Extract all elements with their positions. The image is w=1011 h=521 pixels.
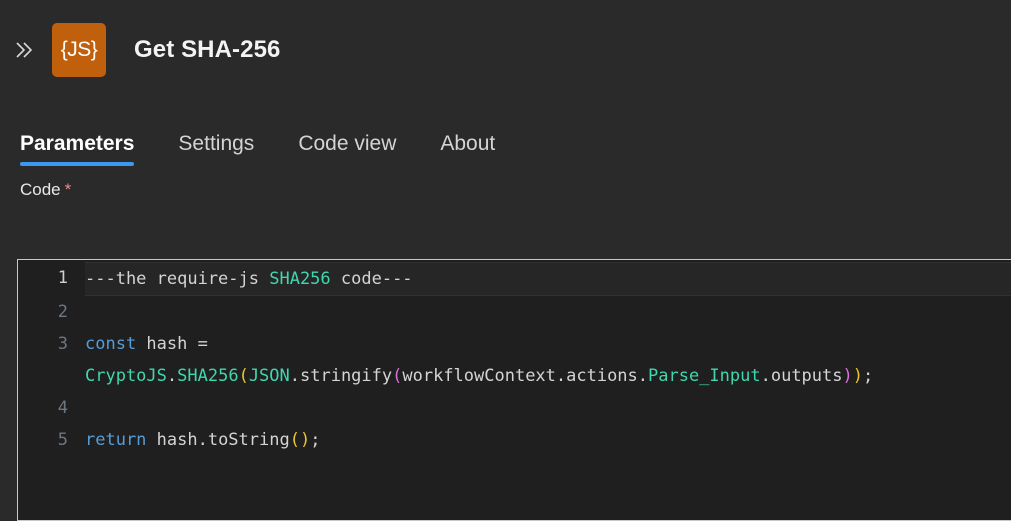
line-number: 3 bbox=[57, 334, 68, 354]
code-line[interactable]: 5 return hash.toString(); bbox=[18, 424, 1011, 456]
code-line-text[interactable]: return hash.toString(); bbox=[85, 424, 1011, 456]
line-number: 1 bbox=[57, 268, 68, 288]
code-token: Parse_Input bbox=[648, 366, 761, 386]
code-token: workflowContext.actions. bbox=[402, 366, 649, 386]
code-line-text[interactable]: const hash = CryptoJS.SHA256(JSON.string… bbox=[85, 328, 1011, 392]
tab-settings[interactable]: Settings bbox=[178, 133, 254, 172]
code-line-text[interactable] bbox=[85, 392, 1011, 424]
code-token: hash.toString bbox=[146, 430, 290, 450]
line-number: 5 bbox=[57, 430, 68, 450]
code-token: ; bbox=[310, 430, 321, 450]
panel-header: {JS} Get SHA-256 bbox=[0, 0, 1011, 100]
tab-about[interactable]: About bbox=[440, 133, 495, 172]
code-token: SHA256 bbox=[177, 366, 239, 386]
code-line[interactable]: 2 bbox=[18, 296, 1011, 328]
code-token: JSON bbox=[248, 366, 290, 386]
code-line[interactable]: 1 ---the require-js SHA256 code--- bbox=[18, 262, 1011, 296]
code-token: ) bbox=[842, 366, 853, 386]
code-token: ( bbox=[392, 366, 403, 386]
line-number: 2 bbox=[57, 302, 68, 322]
code-token: () bbox=[289, 430, 311, 450]
double-chevron-right-icon[interactable] bbox=[6, 31, 44, 69]
code-token: .stringify bbox=[289, 366, 393, 386]
code-line[interactable]: 3 const hash = CryptoJS.SHA256(JSON.strin… bbox=[18, 328, 1011, 392]
code-token: ; bbox=[863, 366, 874, 386]
code-line-text[interactable] bbox=[85, 296, 1011, 328]
page-title: Get SHA-256 bbox=[134, 36, 281, 63]
code-token: CryptoJS bbox=[85, 366, 167, 386]
required-asterisk-icon: * bbox=[64, 180, 72, 199]
code-field-label: Code bbox=[20, 180, 61, 199]
code-token: ( bbox=[238, 366, 249, 386]
code-token: ) bbox=[852, 366, 863, 386]
code-token: code--- bbox=[330, 269, 413, 289]
code-token: SHA256 bbox=[269, 269, 331, 289]
code-line[interactable]: 4 bbox=[18, 392, 1011, 424]
code-editor-content[interactable]: 1 ---the require-js SHA256 code--- 2 3 cons… bbox=[18, 260, 1011, 456]
code-line-text[interactable]: ---the require-js SHA256 code--- bbox=[85, 262, 1011, 296]
code-token: return bbox=[85, 430, 147, 450]
code-token: const bbox=[85, 334, 137, 354]
double-chevron-right-glyph bbox=[16, 42, 33, 58]
javascript-node-icon: {JS} bbox=[52, 23, 106, 77]
code-field-label-row: Code * bbox=[0, 172, 1011, 210]
line-number: 4 bbox=[57, 398, 68, 418]
node-icon-label: {JS} bbox=[60, 38, 98, 61]
code-token: hash = bbox=[136, 334, 219, 354]
code-editor[interactable]: 1 ---the require-js SHA256 code--- 2 3 cons… bbox=[17, 259, 1011, 521]
code-token: . bbox=[166, 366, 178, 386]
tab-parameters[interactable]: Parameters bbox=[20, 133, 135, 172]
action-details-panel: {JS} Get SHA-256 Parameters Settings Cod… bbox=[0, 0, 1011, 521]
tab-bar: Parameters Settings Code view About bbox=[0, 100, 1011, 172]
code-token: ---the require-js bbox=[85, 269, 270, 289]
code-token: .outputs bbox=[760, 366, 843, 386]
tab-code-view[interactable]: Code view bbox=[298, 133, 396, 172]
